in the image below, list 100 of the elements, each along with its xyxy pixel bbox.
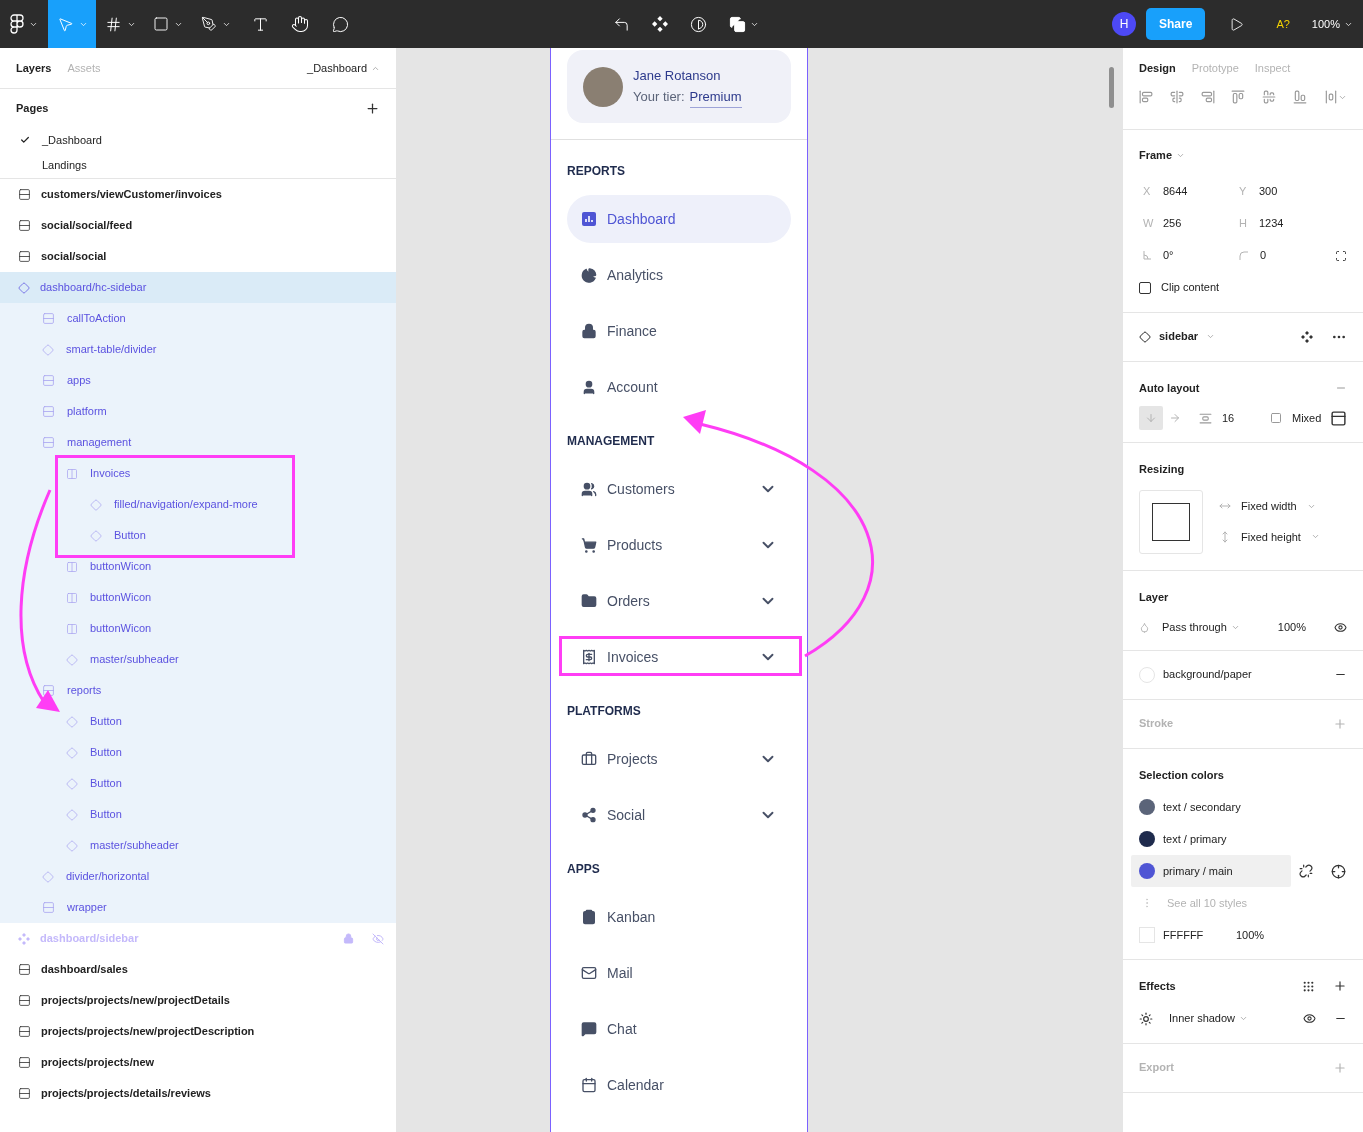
page-dropdown[interactable]: _Dashboard (307, 59, 380, 77)
nav-item[interactable]: Analytics (567, 251, 791, 299)
clip-checkbox[interactable] (1139, 281, 1151, 294)
layer-row[interactable]: buttonWicon (0, 551, 396, 582)
w-field[interactable]: 256 (1163, 215, 1182, 232)
nav-item[interactable]: Projects (567, 735, 791, 783)
panel-tab[interactable]: Design (1139, 59, 1176, 77)
page-item[interactable]: Landings (0, 153, 396, 179)
padding-field[interactable]: Mixed (1292, 409, 1322, 427)
boolean-icon[interactable] (729, 15, 746, 33)
layer-row[interactable]: divider/horizontal (0, 861, 396, 892)
layer-row[interactable]: customers/viewCustomer/invoices (0, 179, 396, 210)
eye-icon[interactable] (1303, 1012, 1316, 1025)
color-swatch[interactable] (1139, 927, 1155, 943)
align-icon[interactable] (1169, 90, 1184, 104)
layer-row[interactable]: social/social/feed (0, 210, 396, 241)
play-icon[interactable] (1229, 16, 1245, 32)
layer-row[interactable]: Button (0, 706, 396, 737)
y-field[interactable]: 300 (1259, 183, 1278, 200)
height-dropdown[interactable]: Fixed height (1241, 528, 1301, 545)
user-avatar[interactable]: H (1112, 12, 1137, 36)
nav-item[interactable]: Invoices (567, 633, 791, 681)
figma-logo-icon[interactable] (10, 14, 24, 34)
alignment-icon[interactable] (1330, 409, 1347, 427)
scrollbar[interactable] (1109, 67, 1114, 108)
layer-row[interactable]: buttonWicon (0, 613, 396, 644)
h-field[interactable]: 1234 (1259, 215, 1284, 232)
zoom-dropdown[interactable]: 100% (1311, 15, 1353, 33)
blend-dropdown[interactable]: Pass through (1162, 619, 1227, 636)
style-icon[interactable] (1302, 979, 1315, 993)
layer-row[interactable]: dashboard/sales (0, 954, 396, 985)
layer-row[interactable]: buttonWicon (0, 582, 396, 613)
layer-row[interactable]: platform (0, 396, 396, 427)
layer-row[interactable]: master/subheader (0, 644, 396, 675)
fill-style[interactable]: background/paper (1163, 666, 1252, 683)
page-item[interactable]: _Dashboard (0, 127, 396, 153)
layer-row[interactable]: Button (0, 768, 396, 799)
layer-row[interactable]: Invoices (0, 458, 396, 489)
layer-row[interactable]: Button (0, 737, 396, 768)
layer-row[interactable]: management (0, 427, 396, 458)
layer-row[interactable]: Button (0, 799, 396, 830)
nav-item[interactable]: Dashboard (567, 195, 791, 243)
edit-icon[interactable] (613, 15, 630, 33)
nav-item[interactable]: Kanban (567, 893, 791, 941)
selection-color-row[interactable]: primary / main (1131, 855, 1291, 887)
hand-icon[interactable] (291, 15, 309, 33)
font-warning[interactable]: A? (1276, 15, 1290, 33)
nav-item[interactable]: Mail (567, 949, 791, 997)
frame-icon[interactable] (104, 15, 122, 33)
target-icon[interactable] (1331, 863, 1346, 879)
selection-color-row[interactable]: text / secondary (1131, 791, 1291, 823)
width-dropdown[interactable]: Fixed width (1241, 498, 1297, 515)
radius-field[interactable]: 0 (1260, 247, 1267, 264)
nav-item[interactable]: Calendar (567, 1061, 791, 1109)
x-field[interactable]: 8644 (1163, 183, 1188, 200)
layer-row[interactable]: projects/projects/details/reviews (0, 1078, 396, 1109)
layer-row[interactable]: wrapper (0, 892, 396, 923)
layer-row[interactable]: master/subheader (0, 830, 396, 861)
contrast-icon[interactable] (690, 15, 707, 33)
plus-icon[interactable] (1333, 979, 1347, 994)
nav-item[interactable]: Chat (567, 1005, 791, 1053)
layer-row[interactable]: projects/projects/new/projectDescription (0, 1016, 396, 1047)
eye-icon[interactable] (1334, 620, 1347, 634)
layer-row[interactable]: smart-table/divider (0, 334, 396, 365)
hex-field[interactable]: FFFFFF (1163, 926, 1236, 944)
spacing-field[interactable]: 16 (1222, 409, 1258, 427)
layer-row[interactable]: projects/projects/new/projectDetails (0, 985, 396, 1016)
corners-icon[interactable] (1335, 249, 1347, 262)
layer-row[interactable]: Button (0, 520, 396, 551)
hex-opacity-field[interactable]: 100% (1236, 926, 1265, 944)
effect-icon[interactable] (1139, 1011, 1153, 1026)
add-page-icon[interactable] (365, 100, 380, 116)
opacity-field[interactable]: 100% (1277, 619, 1306, 636)
align-icon[interactable] (1262, 90, 1277, 104)
distribute-icon[interactable] (1323, 90, 1338, 104)
nav-item[interactable]: Social (567, 791, 791, 839)
panel-tab[interactable]: Layers (16, 59, 52, 77)
pen-icon[interactable] (201, 16, 217, 32)
detach-icon[interactable] (1299, 864, 1313, 878)
tier-link[interactable]: Premium (689, 87, 742, 108)
layer-row[interactable]: apps (0, 365, 396, 396)
layer-row[interactable]: reports (0, 675, 396, 706)
comment-icon[interactable] (331, 15, 349, 33)
component-name[interactable]: sidebar (1159, 328, 1199, 345)
nav-item[interactable]: Customers (567, 465, 791, 513)
align-icon[interactable] (1139, 90, 1153, 104)
align-icon[interactable] (1293, 90, 1308, 104)
rectangle-icon[interactable] (153, 16, 169, 32)
nav-item[interactable]: Products (567, 521, 791, 569)
layer-row[interactable]: social/social (0, 241, 396, 272)
rotation-field[interactable]: 0° (1163, 247, 1174, 264)
align-icon[interactable] (1200, 90, 1215, 104)
layer-row[interactable]: projects/projects/new (0, 1047, 396, 1078)
nav-item[interactable]: Orders (567, 577, 791, 625)
fill-swatch[interactable] (1139, 666, 1155, 683)
nav-item[interactable]: Account (567, 363, 791, 411)
effect-dropdown[interactable]: Inner shadow (1169, 1010, 1236, 1027)
layer-row[interactable]: callToAction (0, 303, 396, 334)
nav-item[interactable]: Finance (567, 307, 791, 355)
selection-color-row[interactable]: text / primary (1131, 823, 1291, 855)
